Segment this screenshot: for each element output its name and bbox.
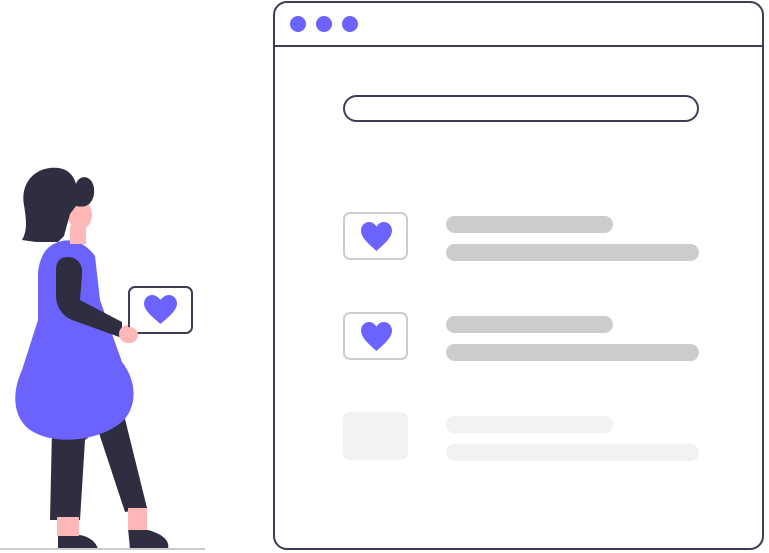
favorites-illustration	[0, 0, 769, 553]
browser-title-bar	[275, 3, 762, 47]
window-dot[interactable]	[290, 16, 306, 32]
window-dot[interactable]	[342, 16, 358, 32]
heart-card[interactable]	[343, 212, 408, 260]
person-shoe-right	[128, 528, 169, 549]
window-dot[interactable]	[316, 16, 332, 32]
heart-card[interactable]	[343, 312, 408, 360]
list-item[interactable]	[343, 212, 699, 262]
heart-icon	[361, 222, 392, 251]
ground-line	[0, 548, 205, 550]
list-item[interactable]	[343, 412, 699, 462]
text-placeholder-short	[446, 216, 613, 233]
text-placeholder-long	[446, 244, 699, 261]
text-placeholder-long	[446, 444, 699, 461]
person-shoe-left	[58, 534, 98, 549]
text-placeholder-long	[446, 344, 699, 361]
text-placeholder-short	[446, 316, 613, 333]
browser-window	[273, 1, 764, 550]
list-item[interactable]	[343, 312, 699, 362]
heart-icon	[361, 322, 392, 351]
person-illustration	[15, 167, 193, 549]
search-input[interactable]	[343, 95, 699, 122]
empty-card[interactable]	[343, 412, 408, 460]
text-placeholder-short	[446, 416, 613, 433]
